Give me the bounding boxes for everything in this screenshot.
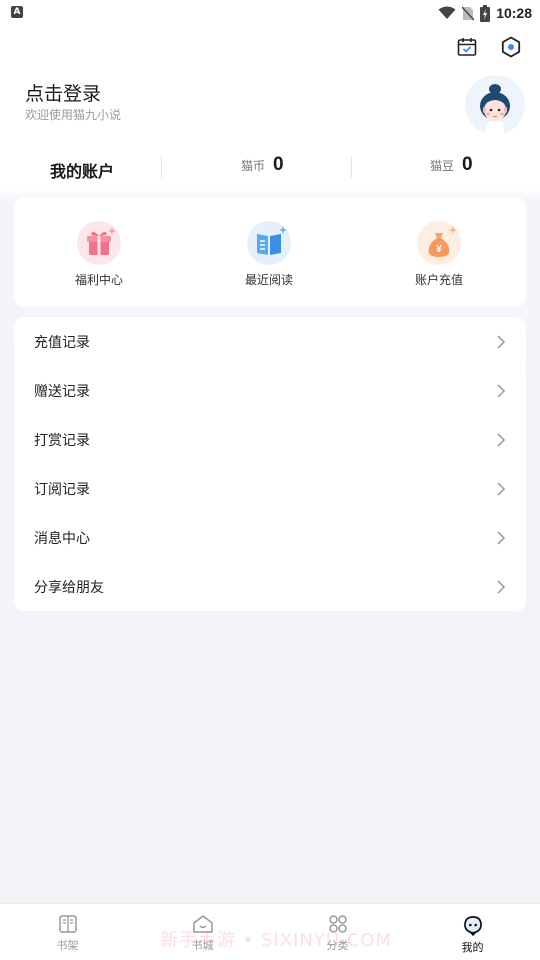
coin-value: 0 xyxy=(273,154,284,175)
settings-icon[interactable] xyxy=(500,36,522,58)
header-actions xyxy=(456,36,522,58)
bean-balance[interactable]: 猫豆 0 xyxy=(430,154,473,176)
battery-charging-icon xyxy=(480,4,491,22)
chevron-right-icon xyxy=(497,579,506,594)
wifi-icon xyxy=(438,6,456,19)
menu-item-share[interactable]: 分享给朋友 xyxy=(14,562,526,611)
chevron-right-icon xyxy=(497,481,506,496)
menu-item-label: 赠送记录 xyxy=(34,383,90,400)
gift-icon xyxy=(77,221,121,265)
tab-profile[interactable]: 我的 xyxy=(405,904,540,960)
menu-item-gift-records[interactable]: 赠送记录 xyxy=(14,366,526,415)
avatar[interactable] xyxy=(465,75,525,135)
tab-label: 分类 xyxy=(326,939,349,952)
quick-action-label: 最近阅读 xyxy=(244,273,293,287)
money-bag-icon: ¥ xyxy=(417,221,461,265)
chevron-right-icon xyxy=(497,530,506,545)
svg-text:¥: ¥ xyxy=(436,244,442,255)
menu-list: 充值记录 赠送记录 打赏记录 订阅记录 消息中心 分享给朋友 xyxy=(14,317,526,611)
tab-label: 我的 xyxy=(461,941,484,954)
quick-action-label: 福利中心 xyxy=(74,273,123,287)
account-summary: 我的账户 猫币 0 猫豆 0 xyxy=(0,148,540,184)
coin-label: 猫币 xyxy=(241,159,266,173)
account-title: 我的账户 xyxy=(50,162,115,181)
clock: 10:28 xyxy=(496,5,532,21)
quick-action-recharge[interactable]: ¥ 账户充值 xyxy=(389,221,489,288)
divider xyxy=(351,156,352,178)
quick-action-label: 账户充值 xyxy=(414,273,463,287)
menu-item-tip-records[interactable]: 打赏记录 xyxy=(14,415,526,464)
menu-item-subscription-records[interactable]: 订阅记录 xyxy=(14,464,526,513)
category-icon xyxy=(328,915,347,933)
menu-item-label: 充值记录 xyxy=(34,334,90,351)
login-prompt[interactable]: 点击登录 xyxy=(25,79,101,106)
tab-bookshelf[interactable]: 书架 xyxy=(0,904,135,960)
quick-action-recent-reading[interactable]: 最近阅读 xyxy=(219,221,319,288)
tab-bookstore[interactable]: 书城 xyxy=(135,904,270,960)
chevron-right-icon xyxy=(497,383,506,398)
no-sim-icon xyxy=(462,6,475,20)
profile-icon xyxy=(463,915,482,936)
tab-label: 书架 xyxy=(56,939,79,952)
menu-item-label: 分享给朋友 xyxy=(34,579,104,596)
book-icon xyxy=(247,221,291,265)
chevron-right-icon xyxy=(497,334,506,349)
calendar-check-icon[interactable] xyxy=(456,36,478,58)
menu-item-recharge-records[interactable]: 充值记录 xyxy=(14,317,526,366)
bookstore-icon xyxy=(192,915,213,933)
chevron-right-icon xyxy=(497,432,506,447)
tab-category[interactable]: 分类 xyxy=(270,904,405,960)
notification-icon: A xyxy=(11,6,23,18)
bean-label: 猫豆 xyxy=(430,159,455,173)
status-bar: A 10:28 xyxy=(0,0,540,26)
menu-item-label: 订阅记录 xyxy=(34,481,90,498)
status-icons: 10:28 xyxy=(438,3,532,23)
menu-item-label: 打赏记录 xyxy=(34,432,90,449)
divider xyxy=(161,156,162,178)
tab-label: 书城 xyxy=(191,939,214,952)
menu-item-message-center[interactable]: 消息中心 xyxy=(14,513,526,562)
bottom-tab-bar: 书架 书城 分类 我的 xyxy=(0,903,540,960)
coin-balance[interactable]: 猫币 0 xyxy=(241,154,284,176)
quick-actions-card: 福利中心 最近阅读 ¥ 账户充值 xyxy=(14,197,526,307)
bean-value: 0 xyxy=(462,154,473,175)
quick-action-welfare[interactable]: 福利中心 xyxy=(49,221,149,288)
menu-item-label: 消息中心 xyxy=(34,530,90,547)
welcome-text: 欢迎使用猫九小说 xyxy=(25,108,122,122)
bookshelf-icon xyxy=(58,915,77,933)
